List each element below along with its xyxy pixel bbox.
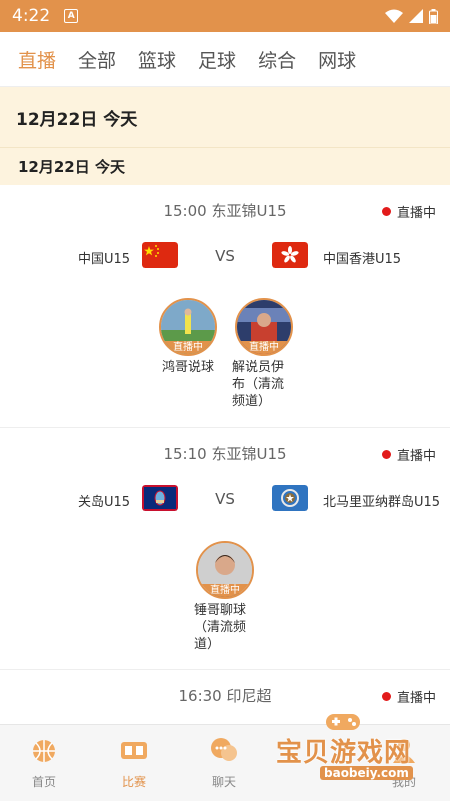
match-card[interactable]: 15:00 东亚锦U15 直播中 中国U15 VS 中国香港U15 直播中 鸿哥… bbox=[0, 186, 450, 428]
live-dot-icon bbox=[381, 207, 391, 216]
status-icons bbox=[385, 8, 438, 24]
wifi-icon bbox=[385, 9, 403, 23]
home-basketball-icon bbox=[33, 740, 55, 762]
live-status-label: 直播中 bbox=[396, 691, 436, 706]
streamer-list: 直播中 鸿哥说球 直播中 解说员伊布（清流频道） bbox=[0, 298, 450, 418]
nav-chat-label: 聊天 bbox=[211, 775, 236, 789]
live-status: 直播中 bbox=[381, 202, 436, 221]
live-dot-icon bbox=[381, 692, 391, 701]
nav-matches[interactable]: 比赛 bbox=[99, 735, 169, 790]
streamer-item[interactable]: 直播中 解说员伊布（清流频道） bbox=[224, 298, 304, 410]
status-bar: 4:22 A bbox=[0, 0, 450, 32]
date-header: 12月22日 今天 bbox=[0, 87, 450, 147]
match-teams: 中国U15 VS 中国香港U15 bbox=[0, 242, 450, 272]
tab-live[interactable]: 直播 bbox=[18, 46, 56, 73]
tab-basketball[interactable]: 篮球 bbox=[138, 46, 176, 73]
away-team-name: 中国香港U15 bbox=[323, 252, 402, 267]
watermark-text: 宝贝游戏网 bbox=[276, 738, 412, 768]
signal-icon bbox=[409, 9, 423, 23]
nav-chat[interactable]: 聊天 bbox=[189, 735, 259, 790]
away-team-name: 北马里亚纳群岛U15 bbox=[323, 495, 441, 510]
watermark-url: baobeiy.com bbox=[320, 766, 413, 780]
status-time: 4:22 bbox=[12, 6, 51, 26]
northern-mariana-flag-icon bbox=[272, 485, 308, 511]
tab-general[interactable]: 综合 bbox=[258, 46, 296, 73]
streamer-name: 鸿哥说球 bbox=[161, 360, 214, 375]
battery-icon bbox=[429, 8, 438, 24]
live-badge: 直播中 bbox=[161, 341, 215, 354]
avatar: 直播中 bbox=[159, 298, 217, 356]
streamer-item[interactable]: 直播中 锤哥聊球（清流频道） bbox=[184, 541, 266, 653]
hongkong-flag-icon bbox=[272, 242, 308, 268]
nav-matches-label: 比赛 bbox=[121, 775, 146, 789]
streamer-list: 直播中 锤哥聊球（清流频道） bbox=[0, 541, 450, 661]
avatar: 直播中 bbox=[235, 298, 293, 356]
category-tabs: 直播 全部 篮球 足球 综合 网球 bbox=[0, 32, 450, 87]
live-status-label: 直播中 bbox=[396, 449, 436, 464]
streamer-item[interactable]: 直播中 鸿哥说球 bbox=[148, 298, 228, 376]
live-status-label: 直播中 bbox=[396, 206, 436, 221]
live-badge: 直播中 bbox=[237, 341, 291, 354]
watermark: 宝贝游戏网 baobeiy.com bbox=[270, 710, 440, 790]
streamer-name: 解说员伊布（清流频道） bbox=[232, 360, 285, 409]
match-card[interactable]: 15:10 东亚锦U15 直播中 关岛U15 VS 北马里亚纳群岛U15 直播中… bbox=[0, 429, 450, 670]
live-status: 直播中 bbox=[381, 687, 436, 706]
date-subheader: 12月22日 今天 bbox=[0, 147, 450, 185]
notification-icon: A bbox=[64, 9, 79, 23]
gamepad-icon bbox=[326, 714, 360, 730]
streamer-name: 锤哥聊球（清流频道） bbox=[194, 603, 247, 652]
live-dot-icon bbox=[381, 450, 391, 459]
live-status: 直播中 bbox=[381, 445, 436, 464]
tab-tennis[interactable]: 网球 bbox=[318, 46, 356, 73]
tab-football[interactable]: 足球 bbox=[198, 46, 236, 73]
live-badge: 直播中 bbox=[198, 584, 252, 597]
tab-all[interactable]: 全部 bbox=[78, 46, 116, 73]
chat-bubble-icon bbox=[211, 738, 237, 761]
avatar: 直播中 bbox=[196, 541, 254, 599]
nav-home-label: 首页 bbox=[31, 775, 56, 789]
match-teams: 关岛U15 VS 北马里亚纳群岛U15 bbox=[0, 485, 450, 515]
scoreboard-icon bbox=[121, 742, 147, 759]
nav-home[interactable]: 首页 bbox=[9, 735, 79, 790]
